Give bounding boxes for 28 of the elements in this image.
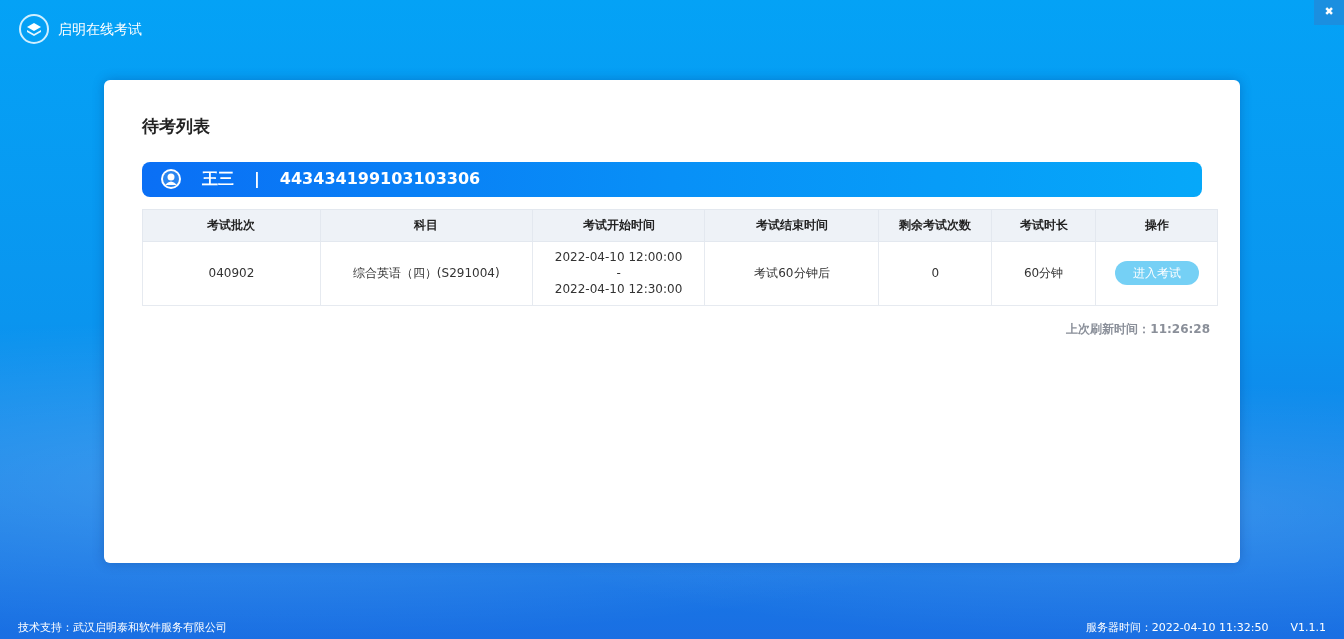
close-button[interactable]: ✖: [1314, 0, 1344, 25]
column-header: 剩余考试次数: [878, 209, 992, 241]
column-header: 操作: [1095, 209, 1218, 241]
column-header: 考试开始时间: [532, 209, 705, 241]
table-cell: 综合英语（四）(S291004): [352, 265, 500, 280]
table-cell: 考试60分钟后: [754, 265, 830, 280]
column-header: 考试批次: [142, 209, 321, 241]
id-number: 443434199103103306: [279, 168, 481, 190]
table-cell: 0: [931, 265, 940, 280]
user-name: 王三: [202, 168, 234, 190]
separator: |: [254, 168, 260, 190]
table-cell: 040902: [208, 265, 255, 280]
version-text: V1.1.1: [1290, 619, 1326, 636]
support-text: 技术支持：武汉启明泰和软件服务有限公司: [18, 619, 227, 636]
time-line: -: [615, 264, 622, 282]
column-header: 科目: [320, 209, 533, 241]
time-line: 2022-04-10 12:30:00: [553, 281, 684, 298]
refresh-time: 11:26:28: [1150, 321, 1210, 336]
time-line: 2022-04-10 12:00:00: [553, 248, 684, 265]
refresh-label: 上次刷新时间：: [1066, 321, 1151, 336]
page-title: 待考列表: [142, 115, 211, 138]
logo-icon: [18, 13, 50, 45]
column-header: 考试结束时间: [705, 209, 879, 241]
column-header: 考试时长: [991, 209, 1096, 241]
server-time: 服务器时间：2022-04-10 11:32:50: [1085, 619, 1269, 636]
table-cell: 60分钟: [1023, 265, 1064, 280]
user-icon: [160, 168, 182, 190]
app-title: 启明在线考试: [58, 20, 142, 39]
